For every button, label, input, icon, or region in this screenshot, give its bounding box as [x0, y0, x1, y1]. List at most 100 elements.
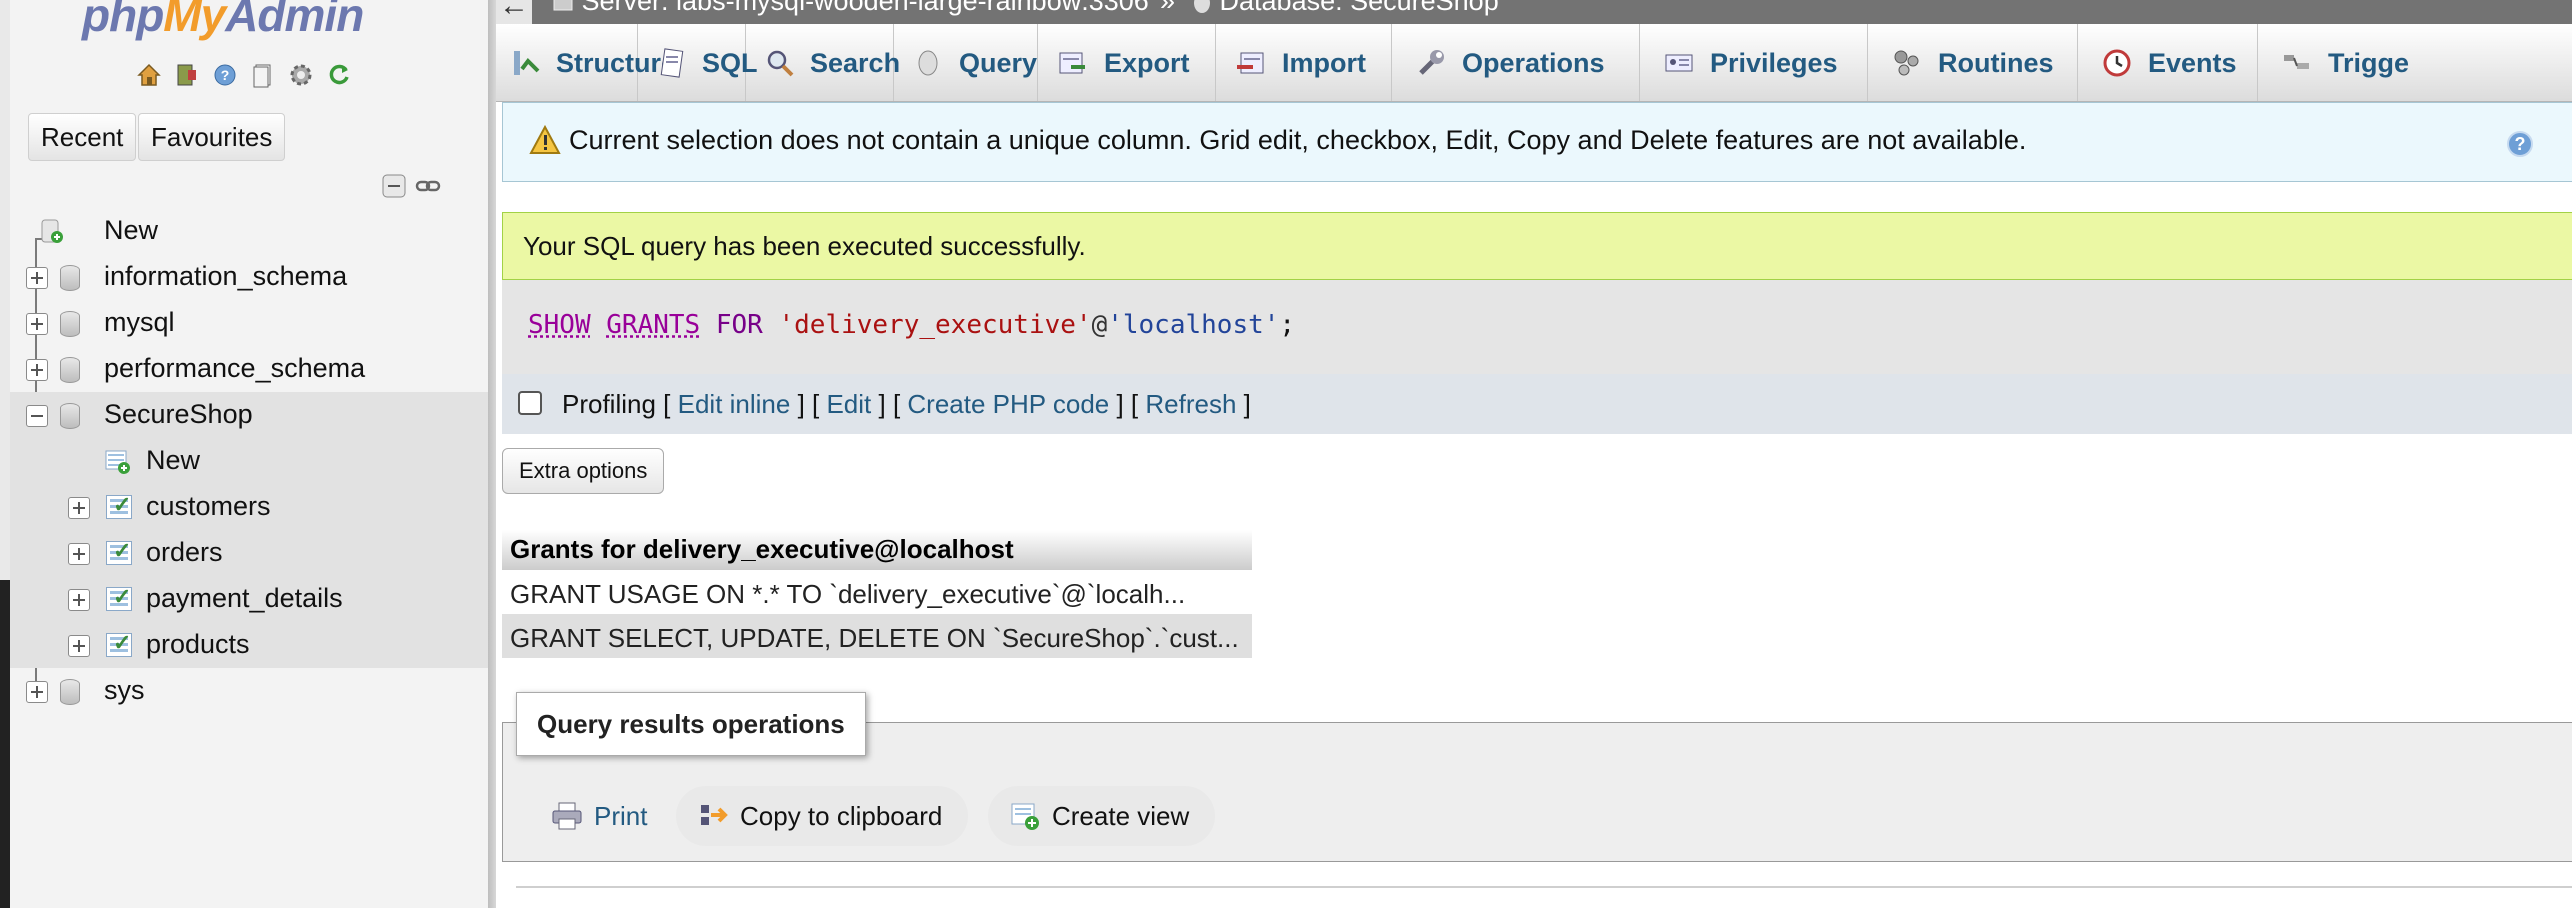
breadcrumb-database[interactable]: Database: SecureShop [1192, 0, 1499, 17]
tree-item-payment-details[interactable]: ✓ payment_details [10, 576, 488, 622]
printer-icon [550, 799, 584, 833]
phpmyadmin-logo[interactable]: phpMyAdmin [82, 0, 364, 42]
clock-icon [2100, 46, 2134, 80]
tree-item-new[interactable]: New [10, 208, 488, 254]
expand-icon[interactable] [26, 359, 48, 381]
tab-search[interactable]: Search [746, 24, 900, 101]
copy-label: Copy to clipboard [740, 800, 943, 831]
sql-keyword[interactable]: SHOW [528, 310, 591, 340]
collapse-icon[interactable] [26, 405, 48, 427]
expand-icon[interactable] [26, 681, 48, 703]
collapse-all-icon[interactable] [380, 172, 408, 200]
database-icon [60, 679, 80, 705]
tab-privileges[interactable]: Privileges [1640, 24, 1868, 101]
breadcrumb-server[interactable]: Server: labs-mysql-wooden-large-rainbow:… [552, 0, 1149, 17]
expand-icon[interactable] [68, 635, 90, 657]
success-message: Your SQL query has been executed success… [502, 212, 2572, 280]
sql-at: @ [1091, 310, 1108, 340]
expand-icon[interactable] [68, 589, 90, 611]
copy-to-clipboard-button[interactable]: Copy to clipboard [676, 786, 969, 846]
import-icon [1234, 46, 1268, 80]
tree-item-sys[interactable]: sys [10, 668, 488, 714]
export-icon [1056, 46, 1090, 80]
tab-label: Import [1282, 47, 1366, 78]
tree-item-orders[interactable]: ✓ orders [10, 530, 488, 576]
create-view-button[interactable]: Create view [988, 786, 1216, 846]
home-icon[interactable] [134, 60, 164, 90]
print-label: Print [594, 800, 648, 831]
breadcrumb-server-label: Server: labs-mysql-wooden-large-rainbow:… [581, 0, 1149, 16]
table-icon: ✓ [106, 538, 132, 565]
table-header[interactable]: Grants for delivery_executive@localhost [502, 530, 1252, 570]
tab-label: Trigge [2328, 47, 2410, 78]
tab-label: Operations [1462, 47, 1605, 78]
favourites-button[interactable]: Favourites [138, 113, 286, 161]
expand-icon[interactable] [26, 267, 48, 289]
tree-item-customers[interactable]: ✓ customers [10, 484, 488, 530]
settings-gear-icon[interactable] [286, 60, 316, 90]
tree-label: New [146, 445, 201, 475]
new-database-icon [38, 218, 64, 244]
expand-icon[interactable] [26, 313, 48, 335]
extra-options-button[interactable]: Extra options [502, 448, 665, 494]
tree-label: SecureShop [104, 399, 253, 429]
svg-text:?: ? [221, 67, 230, 83]
tab-label: Query [958, 47, 1037, 78]
triggers-icon [2280, 46, 2314, 80]
navigation-panel: phpMyAdmin ? Recent Favourites New infor… [10, 0, 488, 908]
tree-controls [380, 172, 442, 200]
warning-icon [529, 124, 561, 162]
back-arrow-icon[interactable]: ← [496, 0, 532, 24]
tree-item-new-table[interactable]: New [10, 438, 488, 484]
tree-label: performance_schema [104, 353, 366, 383]
tab-structure[interactable]: Structure [510, 24, 676, 101]
tab-label: Routines [1938, 47, 2054, 78]
tab-operations[interactable]: Operations [1392, 24, 1640, 101]
panel-resizer[interactable] [488, 0, 496, 908]
reload-icon[interactable] [324, 60, 354, 90]
tree-item-secureshop[interactable]: SecureShop [10, 392, 488, 438]
table-row[interactable]: GRANT USAGE ON *.* TO `delivery_executiv… [502, 570, 1252, 614]
success-text: Your SQL query has been executed success… [523, 231, 1086, 261]
help-icon[interactable]: ? [210, 60, 240, 90]
edit-inline-link[interactable]: Edit inline [678, 389, 791, 419]
grants-table: Grants for delivery_executive@localhost … [502, 530, 1252, 658]
refresh-link[interactable]: Refresh [1145, 389, 1236, 419]
profiling-links: Profiling [ Edit inline ] [ Edit ] [ Cre… [562, 389, 1251, 419]
profiling-checkbox[interactable] [518, 391, 542, 415]
tree-label: payment_details [146, 583, 343, 613]
tree-item-information-schema[interactable]: information_schema [10, 254, 488, 300]
link-with-main-icon[interactable] [414, 172, 442, 200]
tree-item-performance-schema[interactable]: performance_schema [10, 346, 488, 392]
routines-icon [1890, 46, 1924, 80]
recent-button[interactable]: Recent [28, 113, 137, 161]
tree-item-mysql[interactable]: mysql [10, 300, 488, 346]
tab-routines[interactable]: Routines [1868, 24, 2078, 101]
logout-icon[interactable] [172, 60, 202, 90]
tree-label: products [146, 629, 250, 659]
create-php-code-link[interactable]: Create PHP code [907, 389, 1109, 419]
tab-triggers[interactable]: Trigge [2258, 24, 2572, 101]
database-icon [60, 311, 80, 337]
edit-link[interactable]: Edit [826, 389, 871, 419]
sql-keyword[interactable]: GRANTS [606, 310, 700, 340]
tab-export[interactable]: Export [1038, 24, 1216, 101]
tab-sql[interactable]: SQL [638, 24, 758, 101]
new-table-icon [104, 448, 130, 474]
tab-events[interactable]: Events [2078, 24, 2258, 101]
expand-icon[interactable] [68, 543, 90, 565]
tree-label: mysql [104, 307, 175, 337]
tab-query[interactable]: Query [894, 24, 1038, 101]
tree-item-products[interactable]: ✓ products [10, 622, 488, 668]
desktop-edge [0, 0, 10, 908]
database-icon [1194, 0, 1210, 13]
table-icon: ✓ [106, 630, 132, 657]
main-menu-tabs: Structure SQL Search Query Export Import… [496, 24, 2572, 102]
docs-icon[interactable] [248, 60, 278, 90]
tab-import[interactable]: Import [1216, 24, 1392, 101]
print-button[interactable]: Print [530, 786, 673, 846]
help-icon[interactable]: ? [2507, 131, 2533, 157]
table-row[interactable]: GRANT SELECT, UPDATE, DELETE ON `SecureS… [502, 614, 1252, 658]
create-view-label: Create view [1052, 800, 1190, 831]
expand-icon[interactable] [68, 497, 90, 519]
